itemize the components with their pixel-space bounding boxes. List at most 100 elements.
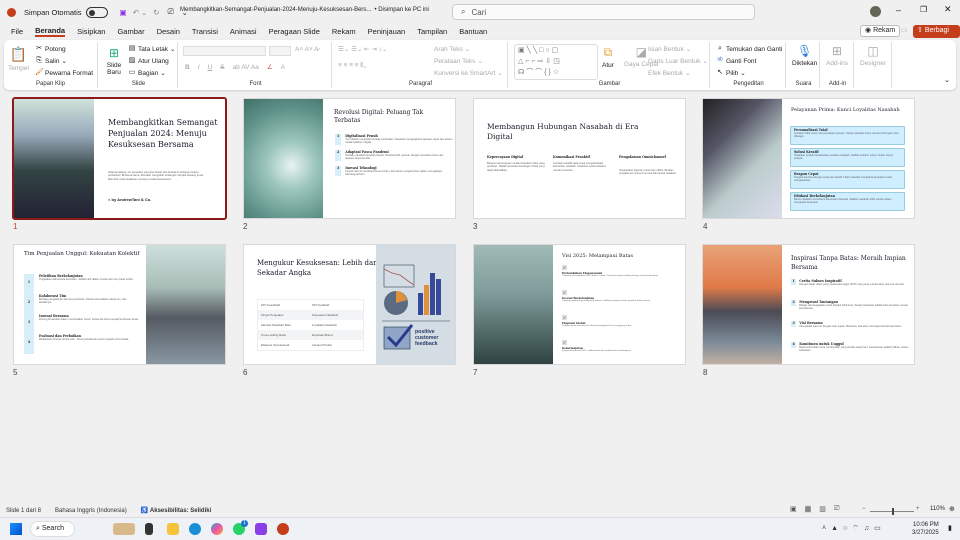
file-explorer-icon[interactable] bbox=[167, 523, 179, 535]
align-text-button[interactable]: Perataan Teks ⌄ bbox=[434, 57, 483, 66]
reset-button[interactable]: ▨ Atur Ulang bbox=[128, 57, 169, 65]
kpi-table: KPI Kuantitatif KPI Kualitatif Target Pen… bbox=[257, 299, 364, 351]
user-avatar[interactable] bbox=[870, 6, 881, 17]
copy-button[interactable]: ⎘ Salin ⌄ bbox=[35, 57, 67, 65]
smartart-button[interactable]: Konversi ke SmartArt ⌄ bbox=[434, 69, 503, 78]
slide-thumbnail-3[interactable]: Membangun Hubungan Nasabah di Era Digita… bbox=[473, 98, 686, 219]
slide-thumbnail-4[interactable]: Pelayanan Prima: Kunci Loyalitas Nasabah… bbox=[702, 98, 915, 219]
tab-animations[interactable]: Animasi bbox=[230, 27, 257, 36]
layout-button[interactable]: ▤ Tata Letak ⌄ bbox=[128, 45, 176, 53]
present-icon[interactable]: ⎚ bbox=[168, 7, 174, 17]
tab-file[interactable]: File bbox=[11, 27, 23, 36]
paste-button[interactable]: 📋 Tempel bbox=[8, 46, 29, 72]
collapse-ribbon-icon[interactable]: ⌄ bbox=[944, 76, 950, 84]
clock[interactable]: 10:06 PM 3/27/2025 bbox=[912, 521, 939, 537]
slide-author: ● by AndrewTani & Co. bbox=[108, 197, 151, 202]
card: Personalisasi Total Gunakan data untuk me… bbox=[790, 126, 905, 145]
slide-thumbnail-6[interactable]: Mengukur Kesuksesan: Lebih dari Sekadar … bbox=[243, 244, 456, 365]
copilot-icon[interactable] bbox=[211, 523, 223, 535]
format-painter-button[interactable]: 🖌 Pewarna Format bbox=[35, 69, 93, 77]
new-slide-icon: ⊞ bbox=[108, 46, 120, 60]
zoom-level[interactable]: 110% bbox=[930, 506, 945, 512]
table-cell: Loyalitas Nasabah bbox=[312, 323, 337, 327]
new-slide-button[interactable]: ⊞ Slide Baru bbox=[104, 46, 124, 76]
normal-view-icon[interactable]: ▣ bbox=[790, 505, 797, 513]
language-status[interactable]: Bahasa Inggris (Indonesia) bbox=[55, 508, 127, 514]
powerpoint-taskbar-icon[interactable] bbox=[277, 523, 289, 535]
find-replace-button[interactable]: ⌕ Temukan dan Ganti bbox=[716, 45, 782, 53]
slide-thumbnail-8[interactable]: Inspirasi Tanpa Batas: Meraih Impian Ber… bbox=[702, 244, 915, 365]
tab-design[interactable]: Desain bbox=[157, 27, 180, 36]
autosave-toggle[interactable] bbox=[85, 6, 108, 18]
search-box[interactable]: ⌕ Cari bbox=[452, 4, 755, 20]
record-button[interactable]: ◉ Rekam bbox=[860, 25, 901, 37]
section-label: Bagian bbox=[138, 69, 159, 77]
undo-icon[interactable]: ↶ ⌄ bbox=[133, 8, 148, 17]
tab-help[interactable]: Bantuan bbox=[459, 27, 487, 36]
comments-icon[interactable]: ▭ bbox=[901, 26, 908, 34]
taskbar-search[interactable]: ⌕ Search bbox=[30, 521, 75, 537]
tab-draw[interactable]: Gambar bbox=[117, 27, 144, 36]
redo-icon[interactable]: ↻ bbox=[153, 8, 159, 17]
arrange-button[interactable]: ⧉ Atur bbox=[602, 45, 614, 69]
tab-record[interactable]: Rekam bbox=[332, 27, 356, 36]
task-view-icon[interactable] bbox=[145, 523, 153, 535]
system-tray-icons[interactable]: ˄▲○⌔♫▭ bbox=[822, 524, 886, 533]
zoom-thumb[interactable] bbox=[892, 508, 894, 515]
designer-button[interactable]: ◫ Designer bbox=[860, 44, 886, 67]
tab-transitions[interactable]: Transisi bbox=[192, 27, 218, 36]
align-buttons[interactable]: ≡ ≡ ≡ ≡ ⫴⌄ bbox=[338, 62, 367, 70]
shapes-gallery[interactable]: ▣╲╲□○▢ △⌐⌐⇨⇩◳ ☊⌒⌒{}☆ bbox=[514, 44, 598, 80]
font-format-buttons[interactable]: BIUS ab AV Aa ∠ A bbox=[185, 63, 285, 72]
dictate-button[interactable]: 🎙 Diktekan bbox=[792, 44, 817, 67]
tab-review[interactable]: Peninjauan bbox=[368, 27, 406, 36]
cut-button[interactable]: ✂ Potong bbox=[35, 45, 66, 53]
replace-font-button[interactable]: ᵃᵇ Ganti Font bbox=[716, 57, 756, 65]
windows-start-icon[interactable] bbox=[10, 523, 22, 535]
share-button[interactable]: ⇧ Berbagi ⌄ bbox=[913, 25, 960, 42]
text-direction-button[interactable]: Arah Teks ⌄ bbox=[434, 45, 470, 54]
addins-button[interactable]: ⊞ Add-ins bbox=[826, 44, 848, 67]
notification-icon[interactable]: ▮ bbox=[948, 524, 952, 532]
minimize-button[interactable]: – bbox=[896, 5, 901, 15]
search-input[interactable]: Cari bbox=[471, 8, 486, 17]
text-direction-label: Arah Teks bbox=[434, 45, 463, 53]
tab-view[interactable]: Tampilan bbox=[417, 27, 447, 36]
shape-effects-button[interactable]: Efek Bentuk ⌄ bbox=[648, 69, 691, 78]
list-item: 2 Mengatasi Tantangan Belajar dari kegagal… bbox=[791, 300, 909, 321]
layout-icon: ▤ bbox=[128, 45, 136, 52]
shape-fill-button[interactable]: Isian Bentuk ⌄ bbox=[648, 45, 691, 54]
search-highlight-icon[interactable] bbox=[113, 523, 135, 535]
app-icon-purple[interactable] bbox=[255, 523, 267, 535]
voice-group-label: Suara bbox=[795, 81, 812, 87]
slide-thumbnail-1[interactable]: Membangkitkan Semangat Penjualan 2024: M… bbox=[12, 97, 227, 220]
slide-thumbnail-5[interactable]: Tim Penjualan Unggul: Kekuatan Kolektif … bbox=[13, 244, 226, 365]
item-text: Dengan kisah rekan yang melampaui target… bbox=[799, 283, 905, 286]
save-state[interactable]: • Disimpan ke PC ini bbox=[374, 7, 428, 13]
fit-slide-icon[interactable]: ⊕ bbox=[949, 505, 955, 513]
font-name-select[interactable] bbox=[183, 46, 266, 56]
list-buttons[interactable]: ☰⌄ ☰⌄ ⇤ ⇥ ↕⌄ bbox=[338, 45, 387, 53]
save-icon[interactable]: ▣ bbox=[120, 8, 127, 17]
font-size-buttons[interactable]: A˄ A˅ A̷ bbox=[295, 46, 319, 53]
zoom-slider[interactable]: − + bbox=[862, 506, 922, 515]
edge-icon[interactable] bbox=[189, 523, 201, 535]
columns: Kepercayaan Digital Bangun kepercayaan me… bbox=[487, 155, 677, 176]
font-size-select[interactable] bbox=[269, 46, 291, 56]
slideshow-view-icon[interactable]: ⎚ bbox=[834, 505, 840, 513]
tab-insert[interactable]: Sisipkan bbox=[77, 27, 105, 36]
restore-button[interactable]: ❐ bbox=[920, 5, 927, 14]
reading-view-icon[interactable]: ▥ bbox=[819, 505, 826, 513]
tab-home[interactable]: Beranda bbox=[35, 26, 66, 37]
accessibility-status[interactable]: ♿ Aksesibilitas: Selidiki bbox=[141, 507, 212, 514]
close-button[interactable]: ✕ bbox=[944, 4, 952, 15]
section-button[interactable]: ▭ Bagian ⌄ bbox=[128, 69, 166, 77]
tab-slideshow[interactable]: Peragaan Slide bbox=[269, 27, 320, 36]
slide-thumbnail-2[interactable]: Revolusi Digital: Peluang Tak Terbatas 1… bbox=[243, 98, 456, 219]
shape-outline-button[interactable]: Garis Luar Bentuk ⌄ bbox=[648, 57, 708, 66]
slide-sorter-view-icon[interactable]: ▦ bbox=[804, 505, 812, 513]
slide-thumbnail-7[interactable]: Visi 2025: Melampaui Batas ✓ Pertumbuhan … bbox=[473, 244, 686, 365]
clipboard-icon: 📋 bbox=[9, 46, 28, 62]
select-button[interactable]: ↖ Pilih ⌄ bbox=[716, 69, 746, 77]
checkbox-icon: ✓ bbox=[562, 265, 567, 270]
